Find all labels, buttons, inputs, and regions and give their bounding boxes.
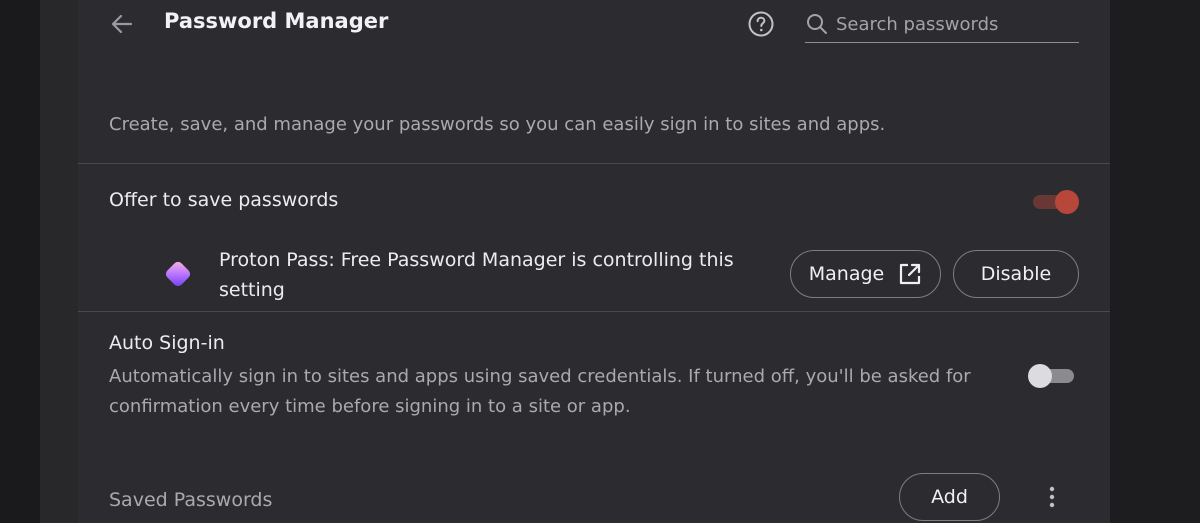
- window-right-edge: [1110, 0, 1200, 523]
- offer-save-toggle[interactable]: [1031, 188, 1079, 216]
- help-icon: [748, 11, 774, 37]
- settings-panel: Password Manager Create, save, and manag…: [78, 0, 1110, 523]
- extension-controlling-message: Proton Pass: Free Password Manager is co…: [219, 249, 734, 301]
- sidebar-rail: [40, 0, 78, 523]
- window-left-edge: [0, 0, 40, 523]
- more-options-button[interactable]: [1038, 483, 1066, 511]
- back-button[interactable]: [108, 10, 136, 38]
- open-in-new-icon: [900, 263, 921, 285]
- search-icon: [807, 14, 827, 34]
- proton-pass-icon: [165, 261, 191, 287]
- manage-button-label: Manage: [808, 263, 885, 285]
- add-password-button[interactable]: Add: [899, 473, 1000, 521]
- search-input[interactable]: [836, 8, 1076, 40]
- auto-signin-description: Automatically sign in to sites and apps …: [109, 366, 971, 417]
- page-header: Password Manager: [78, 0, 1110, 60]
- help-button[interactable]: [747, 10, 775, 38]
- offer-save-label: Offer to save passwords: [109, 189, 339, 211]
- toggle-thumb: [1028, 364, 1052, 388]
- disable-button-label: Disable: [980, 263, 1052, 285]
- search-bar: [805, 8, 1079, 43]
- back-arrow-icon: [111, 14, 133, 34]
- saved-passwords-heading: Saved Passwords: [109, 489, 273, 511]
- page-description: Create, save, and manage your passwords …: [109, 114, 886, 135]
- add-button-label: Add: [931, 486, 968, 508]
- auto-signin-title: Auto Sign-in: [109, 332, 225, 354]
- page-title: Password Manager: [164, 9, 389, 33]
- divider: [78, 163, 1110, 164]
- toggle-thumb: [1055, 190, 1079, 214]
- manage-extension-button[interactable]: Manage: [790, 250, 941, 298]
- disable-extension-button[interactable]: Disable: [953, 250, 1079, 298]
- more-vert-icon: [1049, 486, 1055, 508]
- auto-signin-toggle[interactable]: [1028, 362, 1076, 390]
- divider: [78, 311, 1110, 312]
